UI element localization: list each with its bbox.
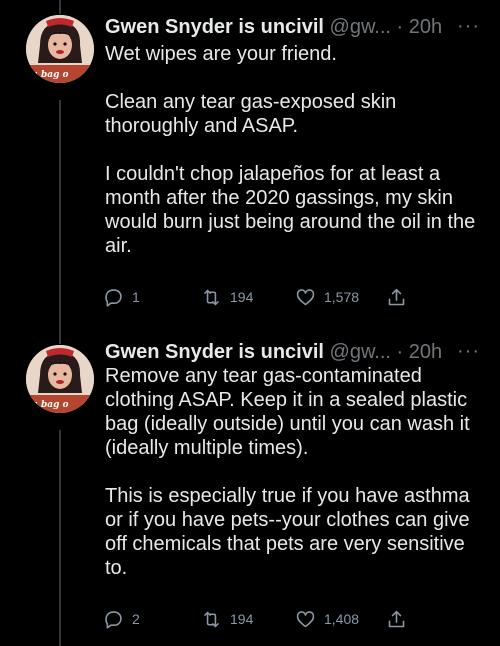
share-button[interactable] <box>386 285 407 309</box>
author-handle[interactable]: @gw... <box>330 341 391 363</box>
tweet-text: Remove any tear gas-contaminated clothin… <box>105 365 470 579</box>
reply-button[interactable]: 2 <box>103 607 140 631</box>
tweet[interactable]: a bag o Gwen Snyder is uncivil @gw... · … <box>0 0 500 330</box>
retweet-button[interactable]: 194 <box>201 607 253 631</box>
share-icon <box>388 610 405 627</box>
avatar-image: a bag o <box>26 345 94 413</box>
author-handle[interactable]: @gw... <box>330 16 391 38</box>
reply-icon <box>105 288 122 307</box>
author-name[interactable]: Gwen Snyder is uncivil <box>105 341 324 363</box>
timestamp[interactable]: 20h <box>409 341 442 363</box>
tweet-text: Wet wipes are your friend. Clean any tea… <box>105 43 476 257</box>
reply-icon <box>105 610 122 629</box>
avatar[interactable]: a bag o <box>26 345 94 413</box>
retweet-icon <box>204 611 219 627</box>
like-icon <box>296 288 315 305</box>
svg-text:a bag o: a bag o <box>32 70 69 80</box>
reply-count: 1 <box>132 289 140 305</box>
timestamp[interactable]: 20h <box>409 16 442 38</box>
share-icon <box>388 288 405 305</box>
separator: · <box>396 16 404 38</box>
svg-text:a bag o: a bag o <box>32 400 69 410</box>
retweet-button[interactable]: 194 <box>201 285 253 309</box>
retweet-count: 194 <box>230 611 254 627</box>
like-icon <box>296 610 315 627</box>
retweet-count: 194 <box>230 289 254 305</box>
reply-count: 2 <box>132 611 140 627</box>
tweet-header: Gwen Snyder is uncivil @gw... · 20h <box>105 14 442 40</box>
separator: · <box>396 341 404 363</box>
avatar[interactable]: a bag o <box>26 15 94 83</box>
share-button[interactable] <box>386 607 407 631</box>
reply-button[interactable]: 1 <box>103 285 140 309</box>
like-button[interactable]: 1,578 <box>295 285 359 309</box>
author-name[interactable]: Gwen Snyder is uncivil <box>105 16 324 38</box>
more-icon[interactable]: ··· <box>457 339 480 363</box>
like-count: 1,408 <box>324 611 360 627</box>
like-count: 1,578 <box>324 289 360 305</box>
like-button[interactable]: 1,408 <box>295 607 359 631</box>
tweet[interactable]: a bag o Gwen Snyder is uncivil @gw... · … <box>0 330 500 646</box>
tweet-header: Gwen Snyder is uncivil @gw... · 20h <box>105 339 442 365</box>
retweet-icon <box>204 289 219 305</box>
avatar-image: a bag o <box>26 15 94 83</box>
more-icon[interactable]: ··· <box>457 14 480 38</box>
